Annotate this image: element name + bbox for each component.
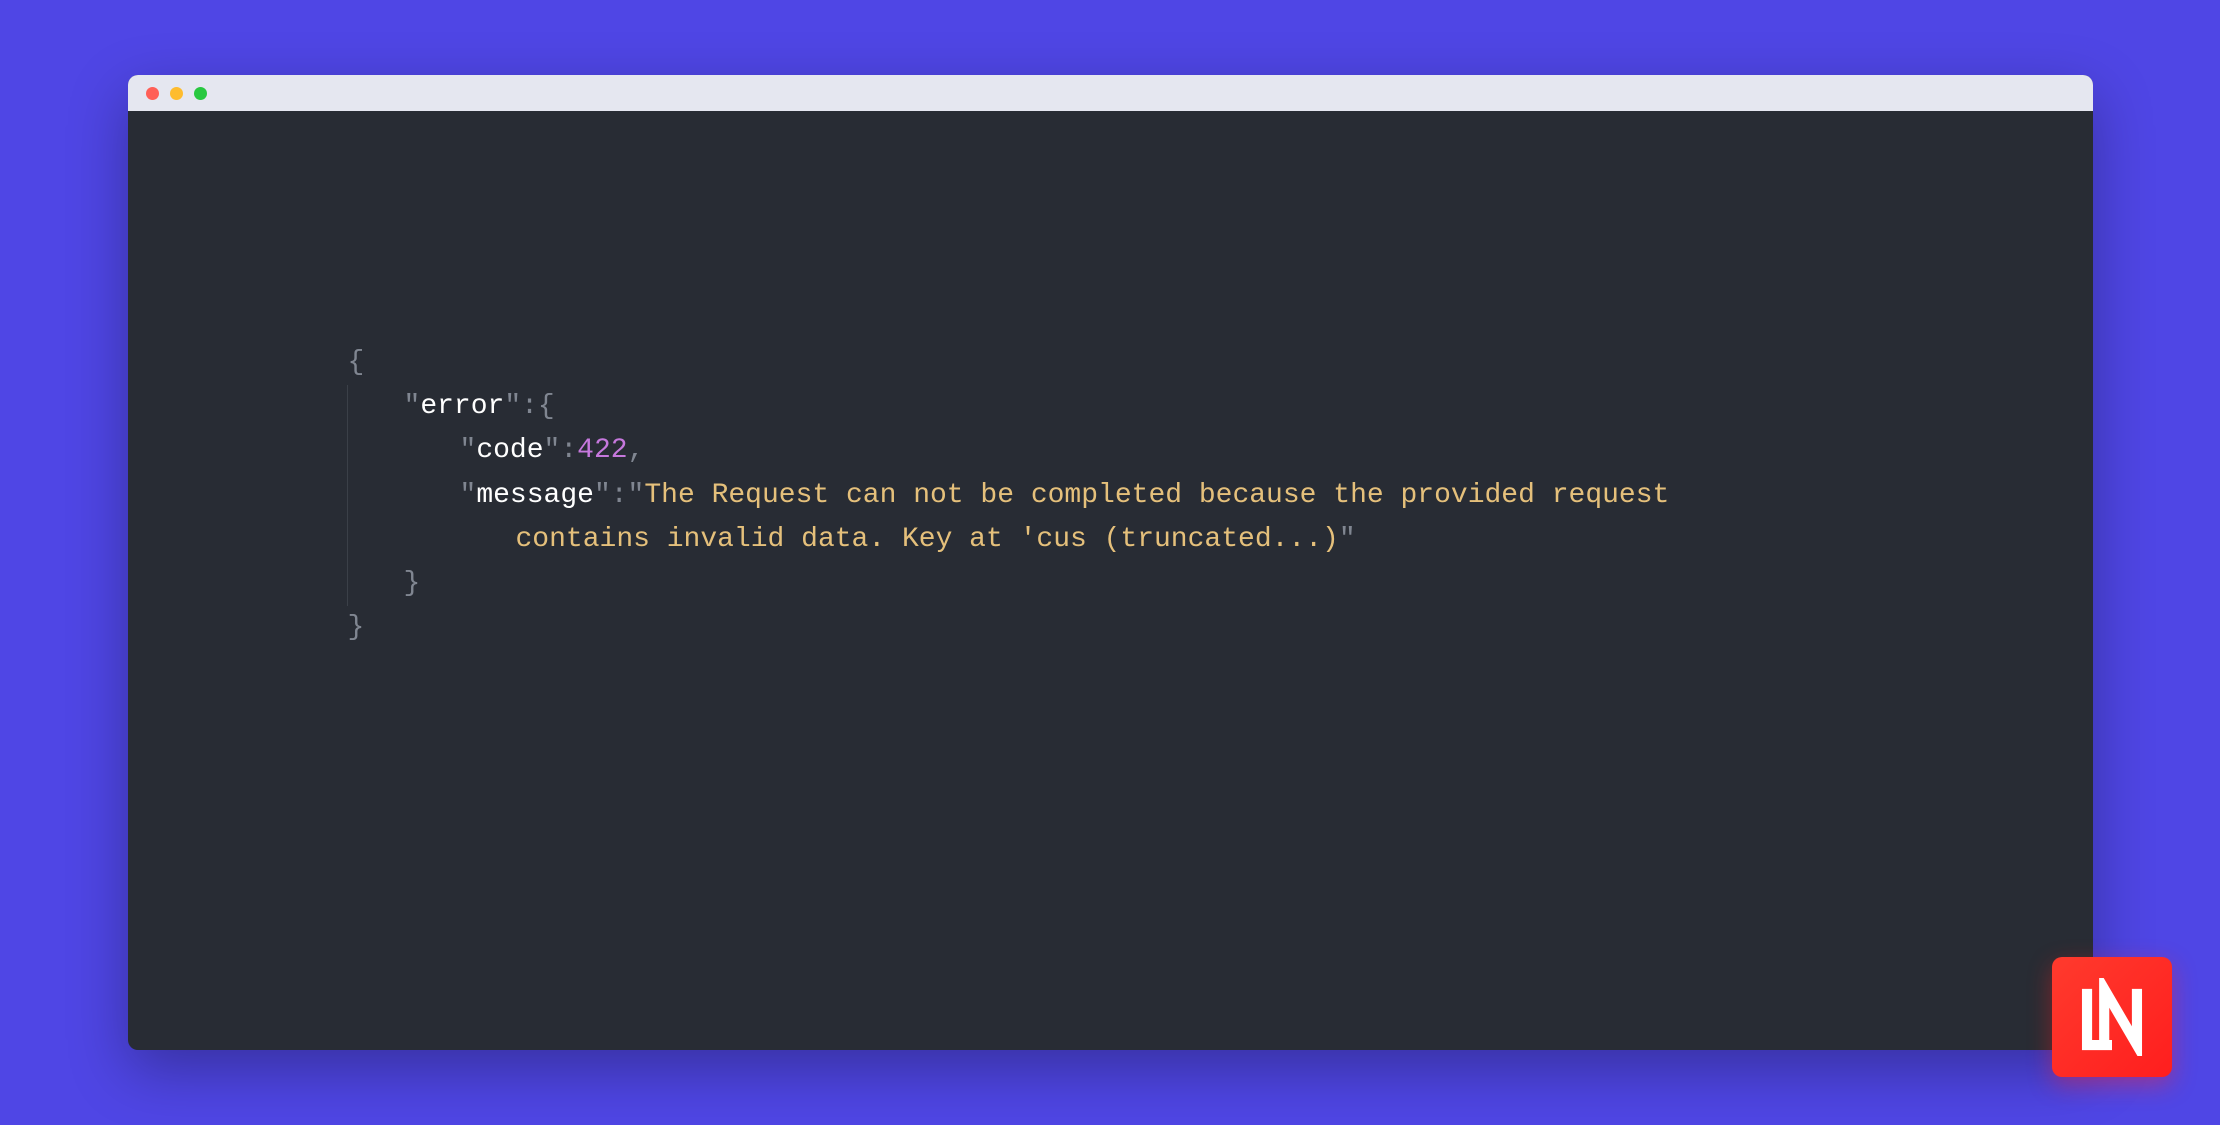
code-token: } [404, 568, 421, 599]
code-line: } [348, 606, 2093, 650]
minimize-icon[interactable] [170, 87, 183, 100]
code-editor: {"error":{"code":422,"message":"The Requ… [128, 111, 2093, 651]
brand-logo [2052, 957, 2172, 1077]
code-token: " [460, 480, 477, 511]
code-token: ":" [594, 480, 644, 511]
code-token: contains invalid data. Key at 'cus (trun… [516, 524, 1339, 555]
code-token: 422 [577, 435, 627, 466]
window-titlebar [128, 75, 2093, 111]
code-line: "code":422, [347, 429, 2093, 473]
code-token: message [476, 480, 594, 511]
code-token: code [476, 435, 543, 466]
code-token: " [1339, 524, 1356, 555]
code-token: , [628, 435, 645, 466]
code-token: ":{ [504, 391, 554, 422]
close-icon[interactable] [146, 87, 159, 100]
code-window: {"error":{"code":422,"message":"The Requ… [128, 75, 2093, 1050]
logo-icon [2073, 978, 2151, 1056]
code-line: contains invalid data. Key at 'cus (trun… [347, 518, 2093, 562]
code-token: " [404, 391, 421, 422]
code-token: { [348, 347, 365, 378]
code-line: } [347, 562, 2093, 606]
code-token: error [420, 391, 504, 422]
code-token: " [460, 435, 477, 466]
code-line: { [348, 341, 2093, 385]
code-line: "message":"The Request can not be comple… [347, 474, 2093, 518]
maximize-icon[interactable] [194, 87, 207, 100]
code-token: } [348, 612, 365, 643]
code-token: The Request can not be completed because… [644, 480, 1669, 511]
code-token: ": [544, 435, 578, 466]
code-line: "error":{ [347, 385, 2093, 429]
